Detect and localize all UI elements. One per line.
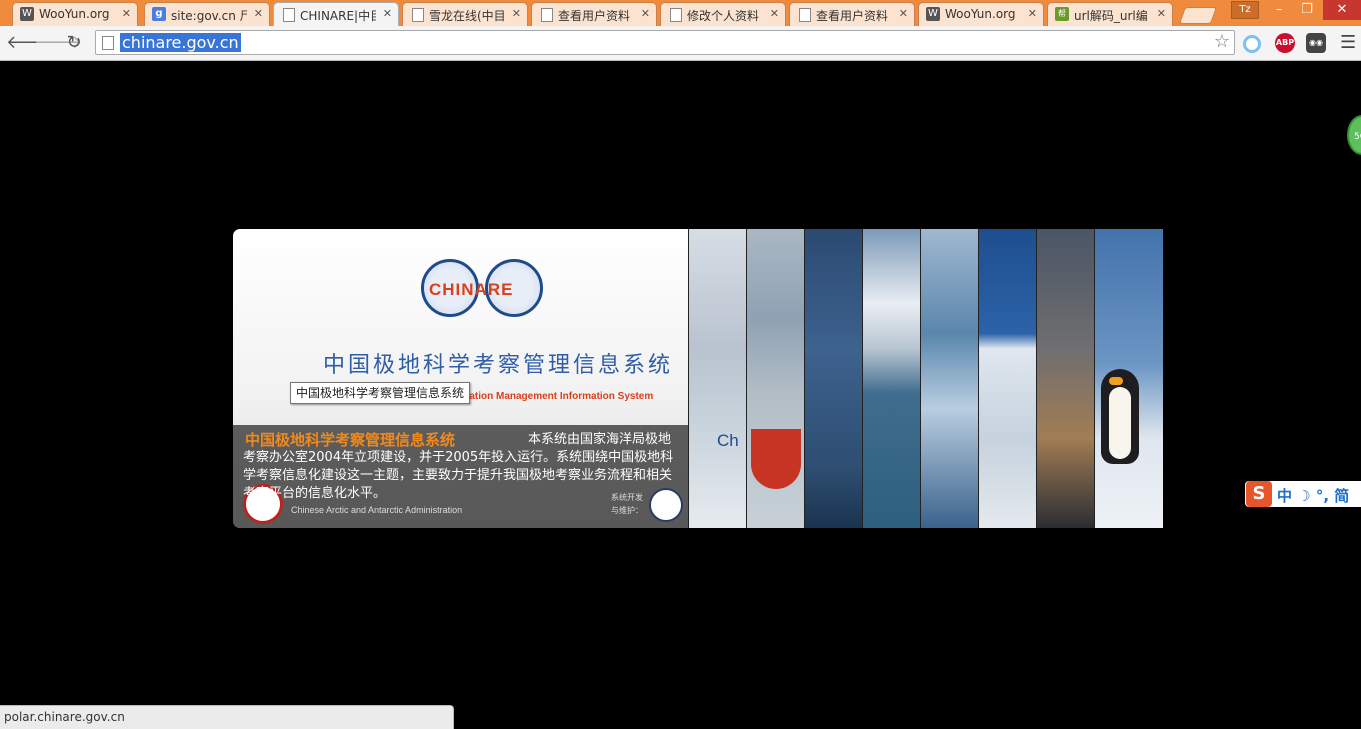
photo-strip-sunset[interactable] <box>1036 229 1094 528</box>
photo-strip-penguin[interactable] <box>1094 229 1163 528</box>
close-window-button[interactable]: ✕ <box>1323 0 1361 20</box>
spy-extension-icon[interactable]: ◉◉ <box>1306 33 1326 53</box>
photo-strip-ship[interactable] <box>746 229 804 528</box>
status-url: polar.chinare.gov.cn <box>4 710 125 724</box>
user-profile-badge[interactable]: Tz <box>1231 1 1259 19</box>
chinare-banner[interactable]: CHINARE 中国极地科学考察管理信息系统 ...ation Manageme… <box>233 229 1163 528</box>
adblock-icon[interactable]: ABP <box>1275 33 1295 53</box>
back-button[interactable]: 🡐 <box>6 31 54 55</box>
tab-view-profile-1[interactable]: 查看用户资料 ✕ <box>531 2 657 26</box>
close-icon[interactable]: ✕ <box>512 7 521 20</box>
penguin-belly <box>1109 387 1131 459</box>
side-floating-widget[interactable]: 5G <box>1347 115 1361 155</box>
chinare-logo-text: CHINARE <box>429 280 514 299</box>
close-icon[interactable]: ✕ <box>1028 7 1037 20</box>
browser-toolbar: 🡐 🡒 ↻ chinare.gov.cn ☆ ABP ◉◉ ☰ <box>0 26 1361 61</box>
minimize-button[interactable]: – <box>1265 0 1293 20</box>
photo-strip[interactable]: Ch <box>688 229 746 528</box>
page-icon <box>541 8 553 22</box>
ime-toolbar[interactable]: S 中 ☽ °, 简 <box>1245 481 1361 507</box>
ship-image <box>751 429 801 489</box>
tab-google-search[interactable]: g site:gov.cn 尸 ✕ <box>144 2 270 26</box>
tab-edit-profile[interactable]: 修改个人资料 ✕ <box>660 2 786 26</box>
tab-chinare[interactable]: CHINARE|中目 ✕ <box>273 2 399 26</box>
close-icon[interactable]: ✕ <box>122 7 131 20</box>
wooyun-icon: W <box>926 7 940 21</box>
bookmark-star-icon[interactable]: ☆ <box>1214 31 1230 52</box>
tab-strip: W WooYun.org ✕ g site:gov.cn 尸 ✕ CHINARE… <box>0 0 1361 26</box>
reload-button[interactable]: ↻ <box>62 31 86 55</box>
description-title: 中国极地科学考察管理信息系统 <box>245 431 456 449</box>
close-icon[interactable]: ✕ <box>254 7 263 20</box>
new-tab-button[interactable] <box>1178 7 1218 24</box>
organization-name: Chinese Arctic and Antarctic Administrat… <box>291 505 463 515</box>
forward-button[interactable]: 🡒 <box>34 31 82 55</box>
tab-label: 查看用户资料 <box>558 9 631 23</box>
tab-label: CHINARE|中目 <box>300 9 376 23</box>
tab-label: WooYun.org <box>39 7 110 21</box>
photo-strip-bird[interactable] <box>978 229 1036 528</box>
address-text[interactable]: chinare.gov.cn <box>120 33 241 52</box>
close-icon[interactable]: ✕ <box>383 7 392 20</box>
tab-label: 雪龙在线(中目 <box>429 9 505 23</box>
page-icon <box>412 8 424 22</box>
google-icon: g <box>152 7 166 21</box>
system-title-en: ...ation Management Information System <box>461 391 654 402</box>
address-bar[interactable]: chinare.gov.cn ☆ <box>95 30 1235 55</box>
system-title-cn: 中国极地科学考察管理信息系统 <box>323 353 674 378</box>
close-icon[interactable]: ✕ <box>1157 7 1166 20</box>
sogou-ime-icon[interactable]: S <box>1246 481 1272 507</box>
extension-circle-icon[interactable] <box>1243 35 1261 53</box>
banner-intro-panel: CHINARE 中国极地科学考察管理信息系统 ...ation Manageme… <box>233 229 688 528</box>
menu-icon[interactable]: ☰ <box>1340 32 1356 53</box>
page-icon <box>670 8 682 22</box>
penguin-beak <box>1109 377 1123 385</box>
photo-strips: Ch <box>688 229 1163 528</box>
tab-view-profile-2[interactable]: 查看用户资料 ✕ <box>789 2 915 26</box>
tab-wooyun-2[interactable]: W WooYun.org ✕ <box>918 2 1044 26</box>
green-icon: 帮 <box>1055 7 1069 21</box>
photo-strip-sky[interactable] <box>920 229 978 528</box>
tab-label: site:gov.cn 尸 <box>171 9 247 23</box>
tab-url-decode[interactable]: 帮 url解码_url编 ✕ <box>1047 2 1173 26</box>
close-icon[interactable]: ✕ <box>641 7 650 20</box>
tab-wooyun-1[interactable]: W WooYun.org ✕ <box>12 2 138 26</box>
tab-label: WooYun.org <box>945 7 1016 21</box>
ime-status-text[interactable]: 中 ☽ °, 简 <box>1277 485 1349 506</box>
tooltip: 中国极地科学考察管理信息系统 <box>290 382 471 404</box>
strip-text: Ch <box>717 431 739 450</box>
tab-xuelong[interactable]: 雪龙在线(中目 ✕ <box>402 2 528 26</box>
status-bar: polar.chinare.gov.cn <box>0 705 454 729</box>
photo-strip-mountain[interactable] <box>862 229 920 528</box>
photo-strip[interactable] <box>804 229 862 528</box>
page-content: 5G CHINARE 中国极地科学考察管理信息系统 ...ation Manag… <box>0 61 1361 729</box>
tab-label: 查看用户资料 <box>816 9 889 23</box>
page-icon <box>799 8 811 22</box>
close-icon[interactable]: ✕ <box>899 7 908 20</box>
tab-label: 修改个人资料 <box>687 9 760 23</box>
page-icon <box>102 36 114 50</box>
close-icon[interactable]: ✕ <box>770 7 779 20</box>
maximize-button[interactable]: ❐ <box>1293 0 1321 20</box>
wooyun-icon: W <box>20 7 34 21</box>
tab-label: url解码_url编 <box>1074 9 1148 23</box>
page-icon <box>283 8 295 22</box>
